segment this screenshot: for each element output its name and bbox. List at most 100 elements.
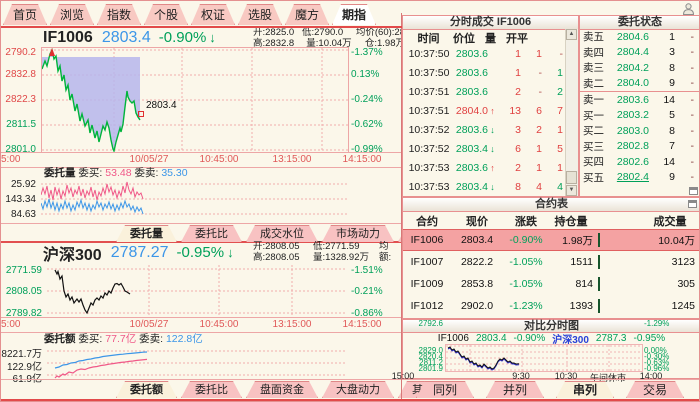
order-book-title: 委托状态 [580, 16, 700, 30]
book-row[interactable]: 卖三 2804.2 8 - [580, 60, 700, 76]
menu-tabs: 首页浏览指数个股权证选股魔方期指 [3, 4, 376, 25]
order-amount-y-labels: 122.9亿61.9亿8221.7万 [1, 345, 44, 382]
open-interest-bar [598, 277, 600, 291]
column-header: 涨跌 [503, 213, 549, 229]
y-axis-label: 2792.6 [419, 320, 443, 328]
popup-window-icon[interactable] [688, 200, 697, 208]
tick-row[interactable]: 10:37:50 2803.6 1 1 - [403, 44, 566, 63]
index-chart-pct-labels: -0.21%-0.86%-1.51% [349, 265, 399, 317]
index-chart-plot[interactable] [47, 265, 347, 317]
down-arrow-icon: ↓ [227, 245, 234, 260]
tick-row[interactable]: 10:37:52 2803.6 ↓ 3 2 1 [403, 120, 566, 139]
pct-axis-label: 0.13% [351, 69, 379, 80]
compare-chart-plot[interactable] [445, 344, 643, 372]
menu-tab[interactable]: 首页 [3, 4, 47, 25]
x-axis-label: 10/05/27 [130, 319, 169, 330]
peak-marker-icon [49, 48, 55, 56]
contract-row[interactable]: IF1007 2822.2 -1.05% 1511 3123 [403, 251, 700, 273]
y-axis-label: 84.63 [11, 209, 36, 220]
panel-tab[interactable]: 委托额 [116, 381, 177, 398]
x-axis-label: 15:15:00 [0, 154, 20, 165]
panel-tab[interactable]: 委托比 [181, 381, 242, 398]
layout-tab[interactable]: 并列 [486, 381, 544, 398]
y-axis-label: 8221.7万 [1, 345, 42, 360]
panel-tab[interactable]: 市场动力 [322, 225, 394, 242]
scroll-down-icon[interactable]: ▼ [566, 185, 577, 196]
menu-tab[interactable]: 指数 [97, 4, 141, 25]
x-axis-label: 14:15:00 [343, 319, 382, 330]
popup-window-icon[interactable] [689, 187, 698, 195]
menu-tab[interactable]: 个股 [144, 4, 188, 25]
open-interest-bar [598, 299, 600, 313]
order-volume-title: 委托量 [44, 167, 76, 179]
panel-tab[interactable]: 成交水位 [246, 225, 318, 242]
menu-tab[interactable]: 期指 [332, 4, 376, 25]
contract-row[interactable]: IF1009 2853.8 -1.05% 814 305 [403, 273, 700, 295]
menu-underline [1, 26, 402, 28]
index-chart-header: 沪深300 2787.27 -0.95% ↓ 开:2808.05低:2771.5… [5, 242, 399, 263]
book-row[interactable]: 卖五 2804.6 1 - [580, 29, 700, 45]
main-chart-header: IF1006 2803.4 -0.90% ↓ 开:2825.0低:2790.0均… [5, 28, 399, 47]
menu-tab[interactable]: 选股 [238, 4, 282, 25]
panel-tab[interactable]: 委托比 [181, 225, 242, 242]
x-axis-label: 10/05/27 [130, 154, 169, 165]
order-amount-header: 委托额 委买: 77.7亿 委卖: 122.8亿 [44, 331, 203, 344]
tick-row[interactable]: 10:37:53 2803.4 ↓ 8 4 4 [403, 177, 566, 196]
book-row[interactable]: 买二 2803.0 8 - [580, 123, 700, 139]
panel-tab[interactable]: 盘面资金 [246, 381, 318, 398]
pct-axis-label: -0.24% [351, 94, 383, 105]
menu-tab[interactable]: 魔方 [285, 4, 329, 25]
column-header: 持仓量 [549, 213, 593, 229]
left-tab-bar-2: 委托额委托比盘面资金大盘动力其他 [1, 379, 402, 399]
x-axis-label: 14:15:00 [343, 154, 382, 165]
order-volume-plot[interactable] [41, 179, 347, 224]
book-row[interactable]: 买五 2802.4 9 - [580, 170, 700, 186]
main-symbol: IF1006 [43, 29, 93, 47]
book-row[interactable]: 买四 2802.6 14 - [580, 154, 700, 170]
user-icon[interactable] [682, 3, 695, 15]
book-row[interactable]: 卖一 2803.6 14 - [580, 92, 700, 108]
column-header: 成交量 [645, 213, 695, 229]
index-chart-y-labels: 2808.052789.822771.59 [1, 265, 44, 315]
menu-tab[interactable]: 权证 [191, 4, 235, 25]
last-price-tag: 2803.4 [146, 100, 177, 111]
y-axis-label: 25.92 [11, 179, 36, 190]
book-row[interactable]: 买三 2802.8 7 - [580, 139, 700, 155]
contract-row[interactable]: IF1006 2803.4 -0.90% 1.98万 10.04万 [403, 229, 700, 251]
layout-tab[interactable]: 串列 [556, 381, 614, 398]
tick-row[interactable]: 10:37:51 2803.6 2 - 2 [403, 82, 566, 101]
main-chart-pct-labels: 0.13%-0.24%-0.62%-0.99%-1.37% [349, 47, 399, 151]
book-row[interactable]: 卖四 2804.4 3 - [580, 45, 700, 61]
order-amount-plot[interactable] [47, 345, 347, 382]
tick-arrow-icon: ↓ [488, 144, 497, 154]
contract-table-rows: IF1006 2803.4 -0.90% 1.98万 10.04万 IF1007… [403, 229, 700, 317]
main-chart-y-labels: 2832.82822.32811.52801.02790.2 [1, 47, 38, 151]
y-axis-label: 2822.3 [5, 94, 36, 105]
x-axis-label: 10:45:00 [200, 319, 239, 330]
layout-tab[interactable]: 同列 [416, 381, 474, 398]
tick-scrollbar[interactable]: ▲ ▼ [565, 29, 578, 196]
layout-tab-bar: 同列并列串列交易 [402, 379, 700, 399]
y-axis-label: 2771.59 [6, 265, 42, 276]
open-interest-bar [598, 233, 600, 247]
panel-tab[interactable]: 大盘动力 [322, 381, 394, 398]
scroll-up-icon[interactable]: ▲ [566, 29, 577, 40]
tick-row[interactable]: 10:37:52 2803.4 ↓ 6 1 5 [403, 139, 566, 158]
tick-row[interactable]: 10:37:50 2803.6 1 - 1 [403, 63, 566, 82]
x-axis-label: 13:15:00 [273, 319, 312, 330]
pct-axis-label: -1.51% [351, 265, 383, 276]
tick-row[interactable]: 10:37:53 2803.6 ↑ 2 1 1 [403, 158, 566, 177]
main-change-pct: -0.90% [159, 29, 207, 46]
book-row[interactable]: 卖二 2804.0 9 - [580, 76, 700, 93]
contract-row[interactable]: IF1012 2902.0 -1.23% 1393 1245 [403, 295, 700, 317]
x-axis-label: 10:45:00 [200, 154, 239, 165]
layout-tab[interactable]: 交易 [626, 381, 684, 398]
tick-arrow-icon: ↑ [488, 163, 497, 173]
scrollbar-thumb[interactable] [566, 171, 577, 184]
main-chart-plot[interactable] [41, 47, 349, 153]
tick-row[interactable]: 10:37:51 2804.0 ↑ 13 6 7 [403, 101, 566, 120]
menu-tab[interactable]: 浏览 [50, 4, 94, 25]
panel-tab[interactable]: 委托量 [116, 225, 177, 242]
book-row[interactable]: 买一 2803.2 5 - [580, 108, 700, 124]
order-volume-y-labels: 143.3484.6325.92 [1, 179, 38, 224]
